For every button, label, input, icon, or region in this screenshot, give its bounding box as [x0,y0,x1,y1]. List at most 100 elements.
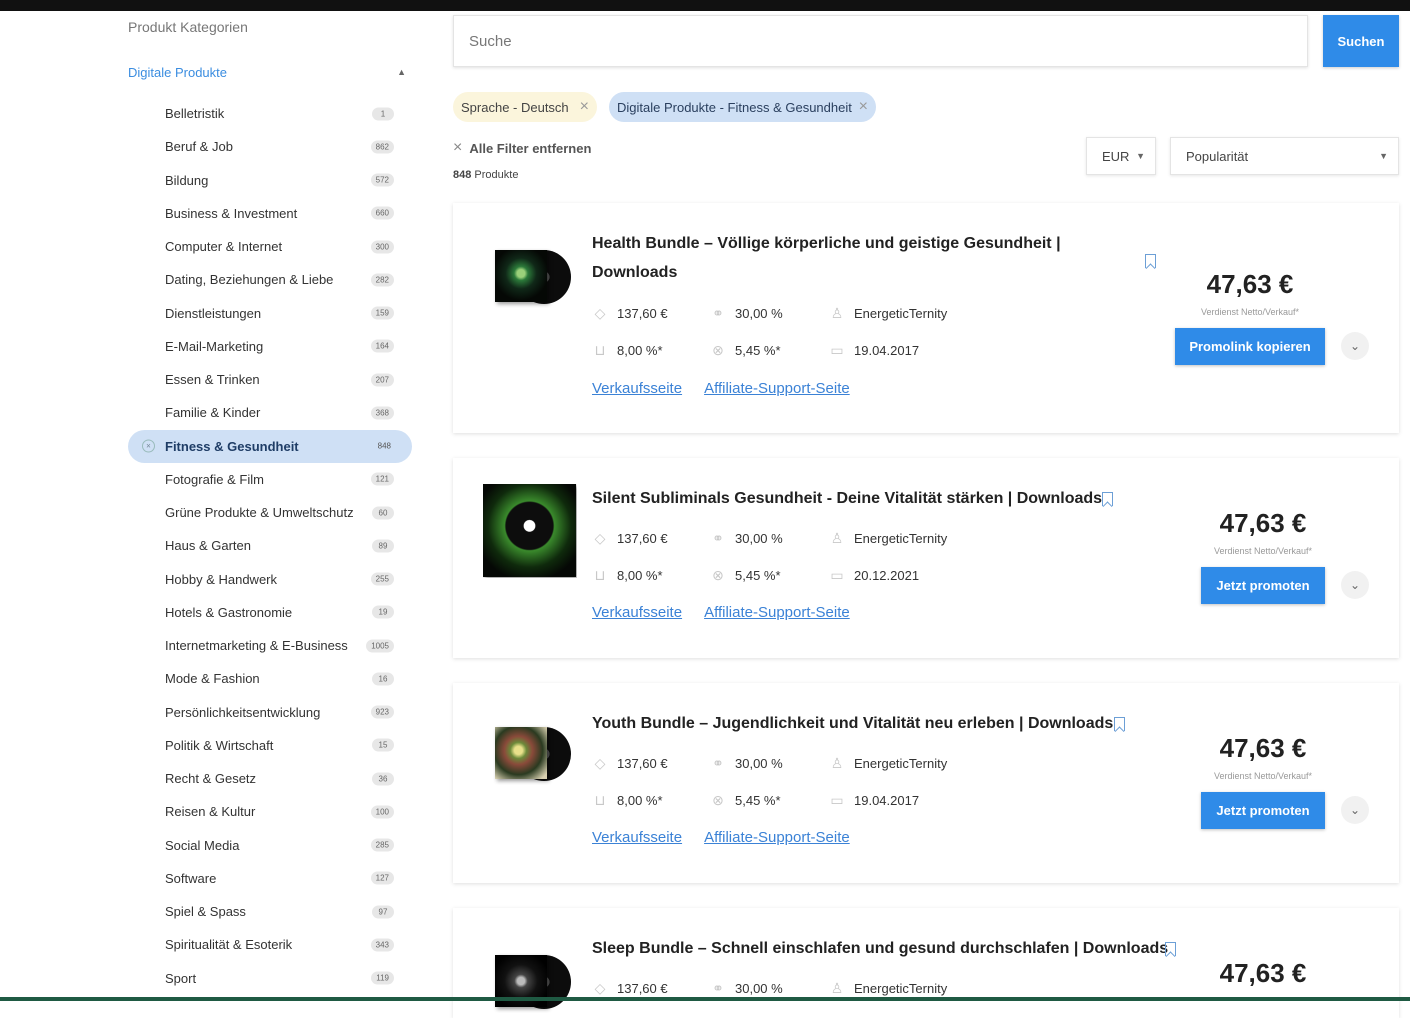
earnings-price: 47,63 € [1219,508,1307,538]
sidebar-category-item[interactable]: Social Media 285 [128,829,410,862]
sidebar-category-item[interactable]: Bildung 572 [128,164,410,197]
bookmark-icon[interactable] [1165,942,1176,956]
product-card: Sleep Bundle – Schnell einschlafen und g… [453,908,1399,1018]
category-label: E-Mail-Marketing [165,338,264,354]
sidebar-category-item[interactable]: Politik & Wirtschaft 15 [128,729,410,762]
handshake-icon: ⚭ [712,530,724,546]
sidebar-category-item[interactable]: Reisen & Kultur 100 [128,795,410,828]
filter-chip-label: Digitale Produkte - Fitness & Gesundheit [617,99,852,115]
chevron-down-icon[interactable]: ⌄ [1341,332,1369,360]
tag-icon: ◇ [594,305,606,321]
cancel-icon: ⊗ [712,342,724,358]
sidebar-category-item[interactable]: Spiel & Spass 97 [128,895,410,928]
sidebar-category-item[interactable]: Hobby & Handwerk 255 [128,563,410,596]
sidebar-category-item[interactable]: Business & Investment 660 [128,197,410,230]
sidebar-category-item[interactable]: Mode & Fashion 16 [128,662,410,695]
sidebar-category-item[interactable]: E-Mail-Marketing 164 [128,330,410,363]
bookmark-icon[interactable] [1102,492,1113,506]
earnings-note: Verdienst Netto/Verkauf* [1213,771,1313,781]
product-card: Silent Subliminals Gesundheit - Deine Vi… [453,458,1399,658]
copy-promolink-button[interactable]: Promolink kopieren [1175,328,1325,365]
calendar-icon: ▭ [830,342,844,358]
affiliate-support-link[interactable]: Affiliate-Support-Seite [704,380,850,397]
category-label: Dienstleistungen [165,305,262,321]
dropdown-arrow-icon: ▼ [1136,151,1145,161]
close-icon[interactable]: × [580,99,589,115]
sidebar-category-item[interactable]: × Fitness & Gesundheit 848 [128,429,412,463]
product-title[interactable]: Health Bundle – Völlige körperliche und … [592,229,1061,287]
product-title[interactable]: Sleep Bundle – Schnell einschlafen und g… [592,934,1168,963]
sidebar-category-item[interactable]: Haus & Garten 89 [128,529,410,562]
category-list: Belletristik 1 Beruf & Job 862 Bildung 572 Bus… [128,97,412,995]
category-label: Recht & Gesetz [165,771,257,787]
sidebar-category-item[interactable]: Dating, Beziehungen & Liebe 282 [128,263,410,296]
category-label: Reisen & Kultur [165,804,256,820]
category-label: Sport [165,970,197,986]
sidebar-category-item[interactable]: Essen & Trinken 207 [128,363,410,396]
sidebar-category-item[interactable]: Familie & Kinder 368 [128,396,410,429]
affiliate-support-link[interactable]: Affiliate-Support-Seite [704,604,850,621]
promote-now-button[interactable]: Jetzt promoten [1201,792,1325,829]
bookmark-icon[interactable] [1114,717,1125,731]
affiliate-support-link[interactable]: Affiliate-Support-Seite [704,829,850,846]
sidebar-category-item[interactable]: Persönlichkeitsentwicklung 923 [128,696,410,729]
chevron-down-icon[interactable]: ⌄ [1341,571,1369,599]
category-label: Social Media [165,837,240,853]
product-links: Verkaufsseite Affiliate-Support-Seite [592,604,850,621]
chevron-up-icon: ▲ [397,67,406,77]
product-thumbnail[interactable] [493,725,573,785]
cart-icon: ⊔ [594,567,606,583]
category-group-label: Digitale Produkte [128,65,227,80]
category-count-badge: 121 [370,472,394,486]
bookmark-icon[interactable] [1145,254,1156,268]
category-group-digital-products[interactable]: Digitale Produkte ▲ [128,65,408,85]
chevron-down-icon[interactable]: ⌄ [1341,796,1369,824]
sort-select[interactable]: Popularität ▼ [1170,137,1399,175]
cart-conversion: ⊔ 8,00 %* [592,567,663,583]
sidebar-category-item[interactable]: Dienstleistungen 159 [128,297,410,330]
handshake-icon: ⚭ [712,755,724,771]
product-title[interactable]: Youth Bundle – Jugendlichkeit und Vitali… [592,709,1113,738]
sidebar-category-item[interactable]: Beruf & Job 862 [128,130,410,163]
sidebar-category-item[interactable]: Computer & Internet 300 [128,230,410,263]
sidebar-category-item[interactable]: Fotografie & Film 121 [128,463,410,496]
sidebar-category-item[interactable]: Internetmarketing & E-Business 1005 [128,629,410,662]
category-count-badge: 127 [370,871,394,885]
category-label: Mode & Fashion [165,671,260,687]
product-thumbnail[interactable] [493,248,573,308]
earnings-price: 47,63 € [1219,958,1307,988]
category-label: Beruf & Job [165,139,233,155]
search-input[interactable] [453,15,1308,67]
reference-price: ◇ 137,60 € [592,980,668,996]
category-label: Politik & Wirtschaft [165,737,274,753]
sidebar-category-item[interactable]: Recht & Gesetz 36 [128,762,410,795]
category-count-badge: 164 [370,339,394,353]
sidebar-category-item[interactable]: Sport 119 [128,962,410,995]
currency-select[interactable]: EUR ▼ [1086,137,1156,175]
promote-now-button[interactable]: Jetzt promoten [1201,567,1325,604]
category-label: Familie & Kinder [165,405,261,421]
vendor: ♙ EnergeticTernity [830,305,948,321]
product-thumbnail[interactable] [493,953,573,1013]
search-button[interactable]: Suchen [1323,15,1399,67]
sales-page-link[interactable]: Verkaufsseite [592,380,682,397]
close-icon[interactable]: × [142,439,155,453]
category-count-badge: 36 [372,772,394,786]
sidebar-category-item[interactable]: Software 127 [128,862,410,895]
sidebar-category-item[interactable]: Spiritualität & Esoterik 343 [128,928,410,961]
sidebar-category-item[interactable]: Belletristik 1 [128,97,410,130]
sort-value: Popularität [1186,148,1249,164]
category-label: Internetmarketing & E-Business [165,638,348,654]
product-links: Verkaufsseite Affiliate-Support-Seite [592,829,850,846]
sidebar-category-item[interactable]: Grüne Produkte & Umweltschutz 60 [128,496,410,529]
category-label: Essen & Trinken [165,372,260,388]
sales-page-link[interactable]: Verkaufsseite [592,829,682,846]
product-thumbnail[interactable] [483,484,577,578]
sidebar-category-item[interactable]: Hotels & Gastronomie 19 [128,596,410,629]
sales-page-link[interactable]: Verkaufsseite [592,604,682,621]
calendar-icon: ▭ [830,567,844,583]
clear-filters-button[interactable]: × Alle Filter entfernen [453,139,591,157]
product-title[interactable]: Silent Subliminals Gesundheit - Deine Vi… [592,484,1102,513]
close-icon[interactable]: × [859,99,868,115]
release-date: ▭ 20.12.2021 [830,567,920,583]
